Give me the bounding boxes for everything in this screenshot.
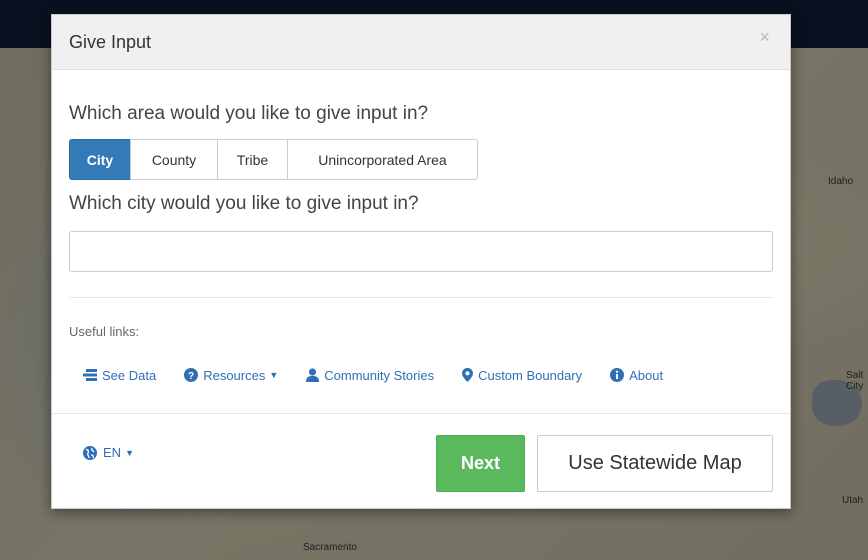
- next-button[interactable]: Next: [436, 435, 525, 492]
- language-label: EN: [103, 445, 122, 460]
- community-stories-link[interactable]: Community Stories: [306, 368, 434, 383]
- community-stories-label: Community Stories: [324, 367, 435, 383]
- caret-down-icon: ▼: [125, 447, 134, 458]
- use-statewide-map-button[interactable]: Use Statewide Map: [537, 435, 773, 492]
- divider: [69, 297, 773, 298]
- globe-icon: [83, 445, 97, 460]
- area-option-city[interactable]: City: [69, 139, 131, 180]
- resources-dropdown[interactable]: ? Resources ▼: [184, 368, 278, 383]
- caret-down-icon: ▼: [269, 370, 279, 380]
- area-type-selector: City County Tribe Unincorporated Area: [69, 139, 478, 180]
- area-question: Which area would you like to give input …: [69, 103, 429, 124]
- resources-label: Resources: [203, 367, 266, 383]
- svg-text:?: ?: [188, 371, 194, 382]
- modal-title: Give Input: [69, 32, 152, 52]
- about-label: About: [629, 367, 664, 383]
- custom-boundary-link[interactable]: Custom Boundary: [462, 368, 582, 383]
- area-option-unincorporated[interactable]: Unincorporated Area: [287, 139, 478, 180]
- useful-links-label: Useful links:: [69, 324, 140, 339]
- useful-links: See Data ? Resources ▼ Community Stories…: [83, 366, 691, 384]
- give-input-modal: Give Input × Which area would you like t…: [51, 14, 791, 509]
- data-table-icon: [83, 369, 97, 381]
- close-icon[interactable]: ×: [759, 27, 770, 48]
- city-question: Which city would you like to give input …: [69, 193, 419, 214]
- user-icon: [306, 368, 320, 382]
- modal-header: Give Input ×: [52, 15, 790, 70]
- city-input[interactable]: [69, 231, 773, 272]
- language-dropdown[interactable]: EN ▼: [83, 445, 134, 460]
- see-data-link[interactable]: See Data: [83, 368, 156, 383]
- info-circle-icon: [610, 368, 625, 382]
- footer-divider: [52, 413, 790, 414]
- map-marker-icon: [462, 368, 474, 382]
- area-option-county[interactable]: County: [130, 139, 218, 180]
- see-data-label: See Data: [102, 367, 157, 383]
- about-link[interactable]: About: [610, 368, 663, 383]
- custom-boundary-label: Custom Boundary: [478, 367, 583, 383]
- area-option-tribe[interactable]: Tribe: [217, 139, 288, 180]
- question-circle-icon: ?: [184, 368, 199, 382]
